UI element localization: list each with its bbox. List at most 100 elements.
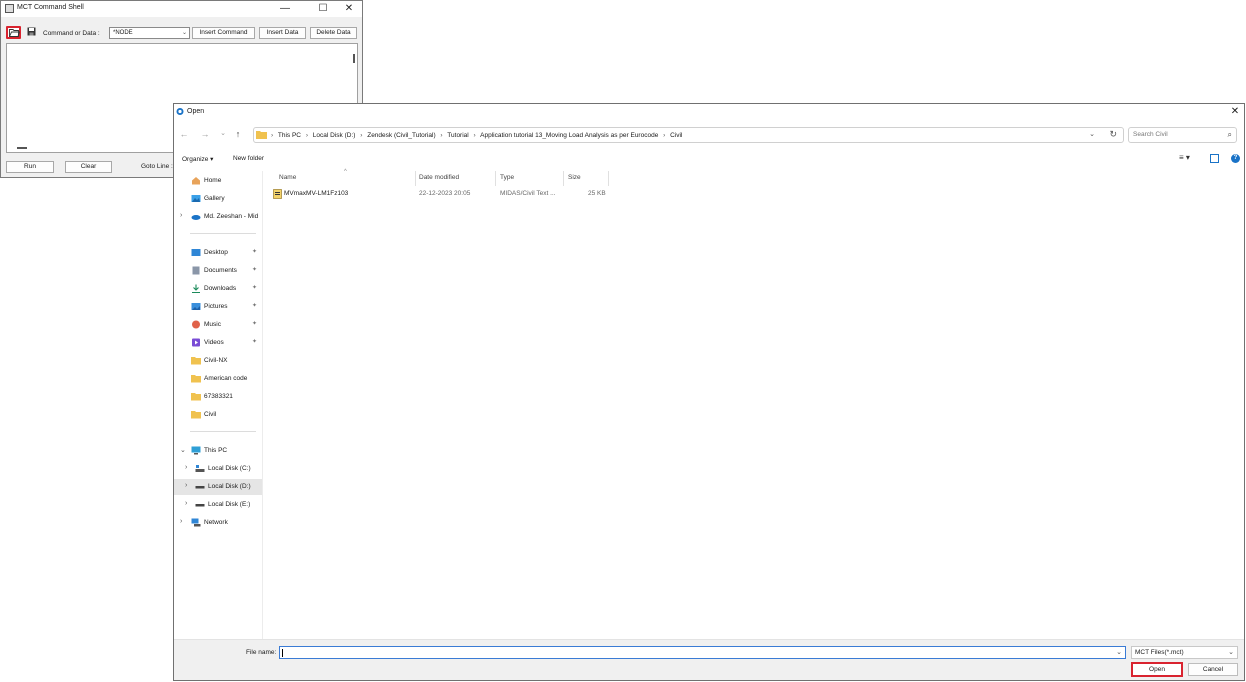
address-dropdown-icon[interactable]: ⌄ <box>1089 130 1095 138</box>
organize-menu[interactable]: Organize ▾ <box>182 155 213 163</box>
breadcrumb-this-pc[interactable]: This PC <box>278 132 301 139</box>
help-icon[interactable]: ? <box>1231 154 1240 163</box>
chevron-right-icon[interactable]: › <box>185 482 187 489</box>
nav-item-onedrive[interactable]: › Md. Zeeshan - Mid <box>174 209 262 225</box>
refresh-icon[interactable]: ↻ <box>1109 129 1117 140</box>
nav-item-label: 67383321 <box>204 393 233 400</box>
column-header-name[interactable]: Name <box>279 174 296 181</box>
dialog-close-button[interactable]: ✕ <box>1228 104 1242 120</box>
breadcrumb: › This PC › Local Disk (D:) › Zendesk (C… <box>271 132 685 139</box>
nav-item-desktop[interactable]: Desktop ✦ <box>174 245 262 261</box>
run-button[interactable]: Run <box>6 161 54 173</box>
folder-icon <box>191 411 201 419</box>
column-header-size[interactable]: Size <box>568 174 581 181</box>
up-button[interactable]: ↑ <box>232 128 244 140</box>
new-folder-button[interactable]: New folder <box>233 155 264 162</box>
nav-item-label: Civil-NX <box>204 357 228 364</box>
horizontal-scrollbar[interactable] <box>17 147 27 149</box>
nav-item-videos[interactable]: Videos ✦ <box>174 335 262 351</box>
navigation-pane: Home Gallery › Md. Zeeshan - Mid Desktop… <box>174 171 262 641</box>
column-header-type[interactable]: Type <box>500 174 514 181</box>
breadcrumb-tutorial[interactable]: Tutorial <box>447 132 468 139</box>
app-icon <box>176 108 184 115</box>
clear-button[interactable]: Clear <box>65 161 112 173</box>
close-button[interactable]: ✕ <box>336 1 362 17</box>
chevron-right-icon[interactable]: › <box>180 518 182 525</box>
save-icon[interactable] <box>27 27 36 36</box>
nav-item-documents[interactable]: Documents ✦ <box>174 263 262 279</box>
pin-icon: ✦ <box>252 321 258 327</box>
column-header-date[interactable]: Date modified <box>419 174 459 181</box>
chevron-down-icon[interactable]: ⌄ <box>180 446 186 454</box>
pin-icon: ✦ <box>252 339 258 345</box>
breadcrumb-application-tutorial[interactable]: Application tutorial 13_Moving Load Anal… <box>480 132 658 139</box>
command-select-value: *NODE <box>113 30 133 36</box>
nav-item-home[interactable]: Home <box>174 173 262 189</box>
file-name-input[interactable]: ⌄ <box>279 646 1126 659</box>
delete-data-button[interactable]: Delete Data <box>310 27 357 39</box>
file-type-filter[interactable]: MCT Files(*.mct) ⌄ <box>1131 646 1238 659</box>
nav-item-label: Md. Zeeshan - Mid <box>204 213 259 220</box>
chevron-right-icon[interactable]: › <box>185 464 187 471</box>
cancel-button[interactable]: Cancel <box>1188 663 1238 676</box>
nav-item-label: Pictures <box>204 303 228 310</box>
preview-pane-icon[interactable] <box>1210 154 1219 163</box>
minimize-button[interactable]: — <box>272 1 298 17</box>
breadcrumb-separator: › <box>271 132 274 139</box>
open-button[interactable]: Open <box>1131 662 1183 677</box>
insert-command-button[interactable]: Insert Command <box>192 27 255 39</box>
column-divider[interactable] <box>608 171 609 186</box>
view-options-icon[interactable]: ≡ ▾ <box>1179 153 1190 162</box>
nav-item-this-pc[interactable]: ⌄ This PC <box>174 443 262 459</box>
vertical-scrollbar[interactable] <box>353 54 355 63</box>
nav-item-label: Music <box>204 321 221 328</box>
nav-item-folder[interactable]: American code <box>174 371 262 387</box>
nav-item-music[interactable]: Music ✦ <box>174 317 262 333</box>
nav-item-downloads[interactable]: Downloads ✦ <box>174 281 262 297</box>
nav-item-label: Home <box>204 177 222 184</box>
breadcrumb-local-disk-d[interactable]: Local Disk (D:) <box>313 132 356 139</box>
goto-line-label: Goto Line : <box>141 163 173 170</box>
nav-item-drive-c[interactable]: › Local Disk (C:) <box>174 461 262 477</box>
open-file-button[interactable] <box>6 26 21 39</box>
breadcrumb-civil[interactable]: Civil <box>670 132 682 139</box>
search-box[interactable]: Search Civil ⌕ <box>1128 127 1237 143</box>
address-bar[interactable]: › This PC › Local Disk (D:) › Zendesk (C… <box>253 127 1124 143</box>
maximize-button[interactable]: ☐ <box>310 1 336 17</box>
file-size: 25 KB <box>588 190 606 197</box>
nav-item-drive-e[interactable]: › Local Disk (E:) <box>174 497 262 513</box>
forward-button[interactable]: → <box>199 128 211 140</box>
nav-item-gallery[interactable]: Gallery <box>174 191 262 207</box>
breadcrumb-separator: › <box>473 132 476 139</box>
nav-item-pictures[interactable]: Pictures ✦ <box>174 299 262 315</box>
nav-item-folder[interactable]: 67383321 <box>174 389 262 405</box>
column-divider[interactable] <box>495 171 496 186</box>
nav-item-network[interactable]: › Network <box>174 515 262 531</box>
back-button[interactable]: ← <box>178 128 190 140</box>
chevron-down-icon[interactable]: ⌄ <box>1116 648 1122 656</box>
recent-locations-button[interactable]: ⌄ <box>217 128 229 140</box>
nav-item-label: Videos <box>204 339 224 346</box>
table-row[interactable]: MVmaxMV-LM1Fz103 22-12-2023 20:05 MIDAS/… <box>263 187 863 201</box>
breadcrumb-separator: › <box>305 132 308 139</box>
column-divider[interactable] <box>415 171 416 186</box>
home-icon <box>192 177 200 185</box>
command-select[interactable]: *NODE ⌄ <box>109 27 190 39</box>
nav-item-folder[interactable]: Civil <box>174 407 262 423</box>
videos-icon <box>192 338 200 347</box>
pin-icon: ✦ <box>252 285 258 291</box>
column-divider[interactable] <box>563 171 564 186</box>
drive-icon <box>195 504 205 507</box>
breadcrumb-zendesk[interactable]: Zendesk (Civil_Tutorial) <box>367 132 435 139</box>
insert-data-button[interactable]: Insert Data <box>259 27 306 39</box>
file-date: 22-12-2023 20:05 <box>419 190 471 197</box>
chevron-right-icon[interactable]: › <box>180 212 182 219</box>
gallery-icon <box>191 195 201 202</box>
file-list: Name ^ Date modified Type Size MVmaxMV-L… <box>263 169 1243 641</box>
chevron-down-icon: ⌄ <box>181 30 187 36</box>
dialog-bottom-bar: File name: ⌄ MCT Files(*.mct) ⌄ Open Can… <box>174 639 1244 680</box>
nav-item-drive-d[interactable]: › Local Disk (D:) <box>174 479 262 495</box>
nav-item-label: Civil <box>204 411 217 418</box>
chevron-right-icon[interactable]: › <box>185 500 187 507</box>
nav-item-folder[interactable]: Civil-NX <box>174 353 262 369</box>
